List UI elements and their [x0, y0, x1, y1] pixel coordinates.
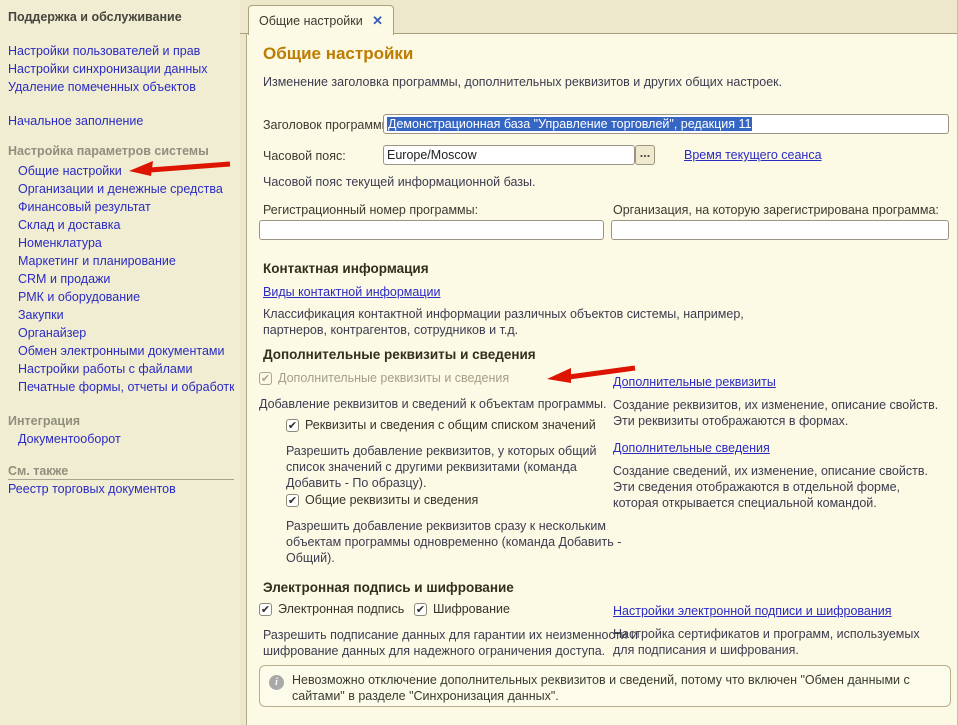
encryption-label: Шифрование — [433, 602, 510, 616]
sidebar-item-purchases[interactable]: Закупки — [8, 306, 234, 324]
timezone-hint: Часовой пояс текущей информационной базы… — [263, 174, 536, 190]
sidebar-item-initial-filling[interactable]: Начальное заполнение — [8, 112, 234, 130]
sidebar-section-system-parameters: Настройка параметров системы — [8, 142, 234, 160]
additional-attrs-description: Создание реквизитов, их изменение, описа… — [613, 397, 943, 429]
signature-settings-description: Настройка сертификатов и программ, испол… — [613, 626, 943, 658]
red-arrow-sidebar-icon — [128, 160, 234, 177]
additional-info-link[interactable]: Дополнительные сведения — [613, 441, 770, 455]
app-title-value: Демонстрационная база "Управление торгов… — [387, 117, 752, 131]
app-title-input[interactable]: Демонстрационная база "Управление торгов… — [383, 114, 949, 134]
sidebar-item-delete-marked-objects[interactable]: Удаление помеченных объектов — [8, 78, 234, 96]
additional-attrs-master-label: Дополнительные реквизиты и сведения — [278, 371, 509, 385]
additional-attrs-link[interactable]: Дополнительные реквизиты — [613, 375, 776, 389]
sidebar-item-data-sync-settings[interactable]: Настройки синхронизации данных — [8, 60, 234, 78]
page-title: Общие настройки — [263, 44, 413, 64]
sidebar-item-document-flow[interactable]: Документооборот — [8, 430, 234, 448]
tab-label: Общие настройки — [259, 14, 363, 28]
timezone-input[interactable]: Europe/Moscow — [383, 145, 635, 165]
settings-sidebar: Поддержка и обслуживание Настройки польз… — [0, 0, 240, 725]
tab-general-settings[interactable]: Общие настройки ✕ — [248, 5, 394, 35]
common-attrs-hint: Разрешить добавление реквизитов сразу к … — [286, 518, 626, 566]
sidebar-item-organizations-money[interactable]: Организации и денежные средства — [8, 180, 234, 198]
checkbox-icon[interactable]: ✔ — [259, 603, 272, 616]
sidebar-item-pos-equipment[interactable]: РМК и оборудование — [8, 288, 234, 306]
notice-text: Невозможно отключение дополнительных рек… — [292, 672, 940, 704]
digital-signature-label: Электронная подпись — [278, 602, 404, 616]
common-value-list-label: Реквизиты и сведения с общим списком зна… — [305, 418, 596, 432]
additional-attrs-master-hint: Добавление реквизитов и сведений к объек… — [259, 396, 609, 412]
close-tab-icon[interactable]: ✕ — [372, 14, 383, 27]
general-settings-form: Общие настройки Изменение заголовка прог… — [246, 34, 958, 725]
tab-bar: Общие настройки ✕ — [240, 0, 958, 34]
sidebar-item-file-settings[interactable]: Настройки работы с файлами — [8, 360, 234, 378]
reg-number-label: Регистрационный номер программы: — [263, 203, 478, 218]
session-time-link[interactable]: Время текущего сеанса — [684, 148, 822, 162]
org-label: Организация, на которую зарегистрирована… — [613, 203, 939, 218]
sidebar-item-print-forms-reports[interactable]: Печатные формы, отчеты и обработки — [8, 378, 234, 396]
digital-signature-checkbox[interactable]: ✔ Электронная подпись — [259, 602, 404, 616]
sidebar-item-nomenclature[interactable]: Номенклатура — [8, 234, 234, 252]
sidebar-item-marketing-planning[interactable]: Маркетинг и планирование — [8, 252, 234, 270]
additional-info-description: Создание сведений, их изменение, описани… — [613, 463, 948, 511]
contact-info-heading: Контактная информация — [263, 261, 429, 276]
common-value-list-hint: Разрешить добавление реквизитов, у котор… — [286, 443, 616, 491]
common-value-list-checkbox[interactable]: ✔ Реквизиты и сведения с общим списком з… — [286, 418, 596, 432]
app-title-label: Заголовок программы: — [263, 118, 394, 133]
sidebar-section-integration: Интеграция — [8, 412, 234, 430]
sidebar-section-see-also: См. также — [8, 462, 234, 480]
encryption-checkbox[interactable]: ✔ Шифрование — [414, 602, 510, 616]
sidebar-item-edi-exchange[interactable]: Обмен электронными документами — [8, 342, 234, 360]
common-attrs-label: Общие реквизиты и сведения — [305, 493, 478, 507]
timezone-label: Часовой пояс: — [263, 149, 346, 164]
signature-heading: Электронная подпись и шифрование — [263, 580, 514, 595]
sidebar-item-crm-sales[interactable]: CRM и продажи — [8, 270, 234, 288]
contact-info-kinds-link[interactable]: Виды контактной информации — [263, 285, 440, 299]
page-subtitle: Изменение заголовка программы, дополните… — [263, 74, 953, 90]
signature-settings-link[interactable]: Настройки электронной подписи и шифрован… — [613, 604, 892, 618]
sidebar-item-organizer[interactable]: Органайзер — [8, 324, 234, 342]
sidebar-item-financial-result[interactable]: Финансовый результат — [8, 198, 234, 216]
checkbox-icon[interactable]: ✔ — [286, 494, 299, 507]
notice-box: i Невозможно отключение дополнительных р… — [259, 665, 951, 707]
checkbox-icon: ✔ — [259, 372, 272, 385]
checkbox-icon[interactable]: ✔ — [414, 603, 427, 616]
signature-hint: Разрешить подписание данных для гарантии… — [263, 627, 663, 659]
sidebar-item-warehouse-delivery[interactable]: Склад и доставка — [8, 216, 234, 234]
reg-number-input[interactable] — [259, 220, 604, 240]
org-input[interactable] — [611, 220, 949, 240]
application-window: Поддержка и обслуживание Настройки польз… — [0, 0, 958, 725]
sidebar-item-trade-documents-register[interactable]: Реестр торговых документов — [8, 480, 234, 498]
info-icon: i — [269, 675, 284, 690]
sidebar-item-user-rights-settings[interactable]: Настройки пользователей и прав — [8, 42, 234, 60]
common-attrs-checkbox[interactable]: ✔ Общие реквизиты и сведения — [286, 493, 478, 507]
sidebar-section-support: Поддержка и обслуживание — [8, 8, 234, 26]
checkbox-icon[interactable]: ✔ — [286, 419, 299, 432]
timezone-browse-button[interactable]: ... — [635, 145, 655, 165]
additional-attrs-heading: Дополнительные реквизиты и сведения — [263, 347, 536, 362]
contact-info-description: Классификация контактной информации разл… — [263, 306, 768, 338]
additional-attrs-master-checkbox: ✔ Дополнительные реквизиты и сведения — [259, 371, 509, 385]
